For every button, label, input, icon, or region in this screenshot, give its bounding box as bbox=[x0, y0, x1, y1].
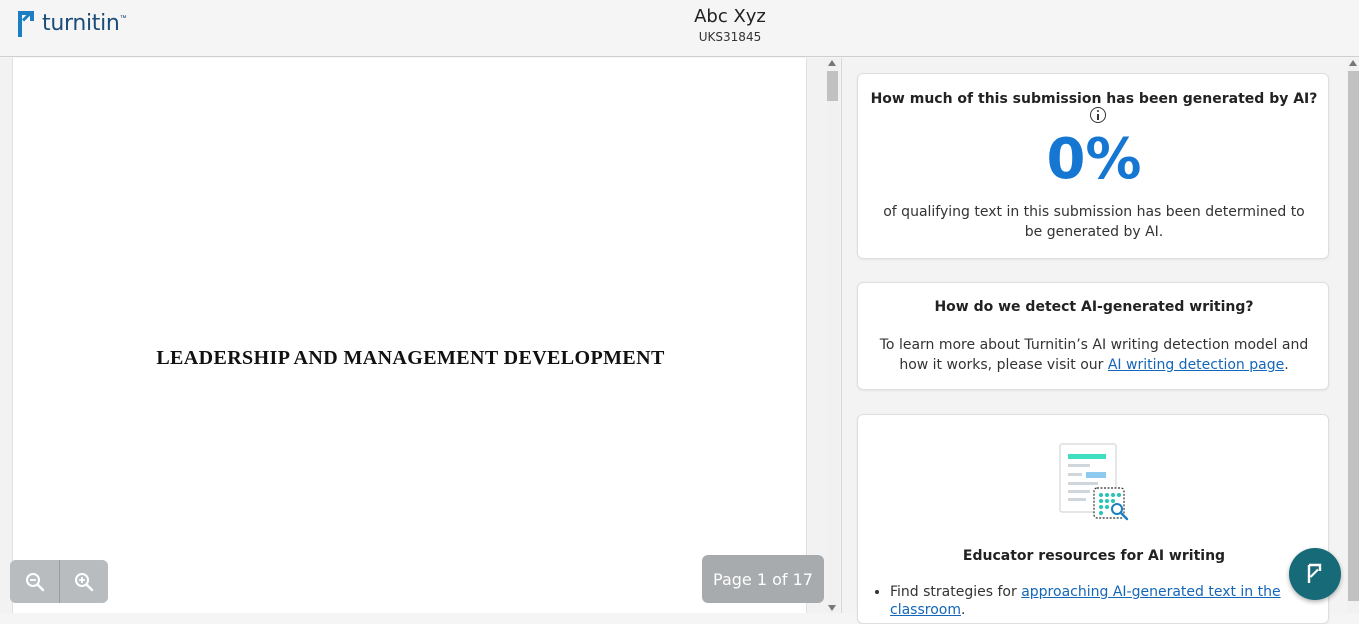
ai-writing-panel[interactable]: How much of this submission has been gen… bbox=[841, 58, 1359, 624]
ai-detection-info-card: How do we detect AI-generated writing? T… bbox=[857, 282, 1329, 390]
detect-text-after: . bbox=[1284, 357, 1289, 373]
panel-scrollbar-thumb[interactable] bbox=[1348, 71, 1359, 601]
turnitin-logo-icon bbox=[1307, 563, 1322, 583]
submission-id: UKS31845 bbox=[698, 30, 762, 44]
turnitin-assistant-button[interactable] bbox=[1289, 548, 1341, 600]
info-icon[interactable] bbox=[1090, 107, 1106, 123]
document-page: LEADERSHIP AND MANAGEMENT DEVELOPMENT bbox=[12, 58, 807, 613]
zoom-out-icon bbox=[25, 572, 44, 591]
document-scrollbar[interactable] bbox=[826, 58, 839, 613]
zoom-out-button[interactable] bbox=[10, 560, 59, 603]
ai-question-row: How much of this submission has been gen… bbox=[858, 91, 1330, 124]
zoom-in-icon bbox=[75, 572, 94, 591]
top-header: turnitin ™ Abc Xyz UKS31845 bbox=[0, 0, 1359, 57]
ai-writing-detection-link[interactable]: AI writing detection page bbox=[1108, 357, 1284, 373]
submission-info: Abc Xyz UKS31845 bbox=[630, 6, 830, 45]
ai-score-card: How much of this submission has been gen… bbox=[857, 73, 1329, 259]
zoom-controls bbox=[10, 560, 108, 603]
page-indicator: Page 1 of 17 bbox=[702, 555, 824, 603]
scroll-up-arrow-icon[interactable] bbox=[828, 60, 836, 66]
turnitin-logo[interactable]: turnitin ™ bbox=[18, 8, 127, 38]
resources-item-suffix: . bbox=[960, 602, 966, 618]
detect-title: How do we detect AI-generated writing? bbox=[934, 299, 1254, 315]
resources-item-prefix: Find strategies for bbox=[890, 584, 1022, 600]
zoom-in-button[interactable] bbox=[59, 560, 108, 603]
resources-list-item: Find strategies for approaching AI-gener… bbox=[890, 583, 1310, 619]
ai-percentage: 0% bbox=[1046, 127, 1142, 192]
student-name: Abc Xyz bbox=[694, 6, 766, 27]
detect-text: To learn more about Turnitin’s AI writin… bbox=[872, 335, 1316, 375]
ai-percentage-description: of qualifying text in this submission ha… bbox=[883, 204, 1305, 240]
panel-scrollbar[interactable] bbox=[1347, 58, 1359, 613]
scroll-down-arrow-icon[interactable] bbox=[828, 605, 836, 611]
resources-list: Find strategies for approaching AI-gener… bbox=[890, 583, 1310, 619]
scrollbar-thumb[interactable] bbox=[827, 71, 838, 101]
ai-question: How much of this submission has been gen… bbox=[870, 91, 1318, 107]
turnitin-logo-icon bbox=[18, 9, 38, 37]
document-title: LEADERSHIP AND MANAGEMENT DEVELOPMENT bbox=[156, 347, 665, 369]
document-viewer[interactable]: LEADERSHIP AND MANAGEMENT DEVELOPMENT Pa… bbox=[0, 58, 840, 613]
logo-text: turnitin bbox=[42, 10, 120, 36]
ai-document-illustration-icon bbox=[1059, 443, 1129, 521]
panel-scroll-up-arrow-icon[interactable] bbox=[1349, 60, 1357, 66]
resources-title: Educator resources for AI writing bbox=[962, 548, 1226, 564]
educator-resources-card: Educator resources for AI writing Find s… bbox=[857, 414, 1329, 624]
